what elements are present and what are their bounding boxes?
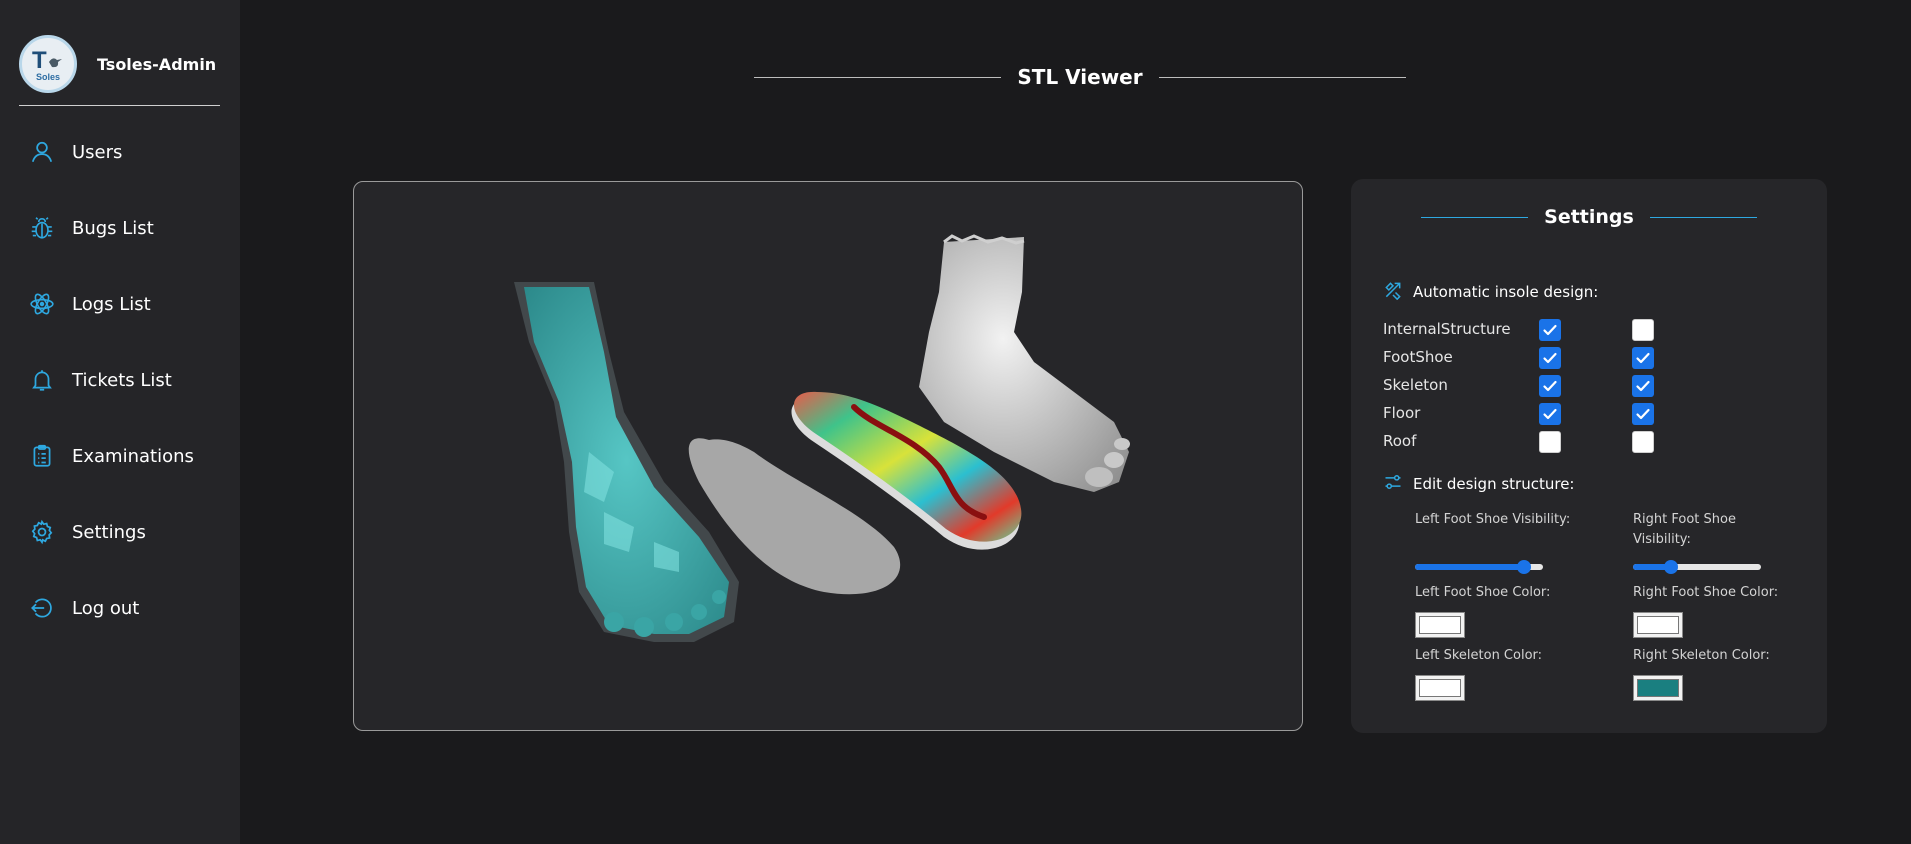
checkbox-left-floor[interactable] [1539, 403, 1561, 425]
nav-item-users[interactable]: Users [28, 132, 122, 172]
app-name: Tsoles-Admin [97, 54, 217, 74]
right-skeleton-color-picker[interactable] [1633, 675, 1683, 701]
checkbox-left-internalstructure[interactable] [1539, 319, 1561, 341]
checkbox-left-skeleton[interactable] [1539, 375, 1561, 397]
bell-icon [28, 366, 56, 394]
nav-label-users: Users [72, 141, 123, 163]
left-shoe-color-label: Left Foot Shoe Color: [1415, 585, 1551, 600]
left-visibility-slider[interactable] [1415, 559, 1543, 575]
brand[interactable]: T Soles Tsoles-Admin [19, 35, 216, 93]
bug-icon [28, 214, 56, 242]
title-rule-right [1158, 76, 1406, 78]
nav-label-examinations: Examinations [72, 445, 194, 467]
right-visibility-label: Right Foot Shoe Visibility: [1633, 512, 1736, 547]
swatch-color [1419, 679, 1461, 697]
nav-item-log-out[interactable]: Log out [28, 588, 139, 628]
swatch-color [1419, 616, 1461, 634]
auto-design-heading: Automatic insole design: [1383, 280, 1598, 304]
right-shoe-color-label: Right Foot Shoe Color: [1633, 585, 1779, 600]
stl-scene[interactable] [354, 182, 1303, 731]
tools-icon [1383, 280, 1403, 304]
row-label-floor: Floor [1383, 404, 1421, 422]
nav-item-logs-list[interactable]: Logs List [28, 284, 151, 324]
row-label-internal-structure: InternalStructure [1383, 320, 1511, 338]
row-label-roof: Roof [1383, 432, 1417, 450]
right-visibility-slider[interactable] [1633, 559, 1761, 575]
left-shoe-color-picker[interactable] [1415, 612, 1465, 638]
edit-design-heading: Edit design structure: [1383, 472, 1574, 496]
left-skeleton-color-picker[interactable] [1415, 675, 1465, 701]
checkbox-right-internalstructure[interactable] [1632, 319, 1654, 341]
row-label-skeleton: Skeleton [1383, 376, 1448, 394]
checkbox-right-roof[interactable] [1632, 431, 1654, 453]
auto-design-label: Automatic insole design: [1413, 283, 1599, 301]
atom-icon [28, 290, 56, 318]
checkbox-right-floor[interactable] [1632, 403, 1654, 425]
checkbox-right-footshoe[interactable] [1632, 347, 1654, 369]
edit-design-label: Edit design structure: [1413, 475, 1575, 493]
slider-thumb[interactable] [1664, 560, 1679, 574]
nav-item-examinations[interactable]: Examinations [28, 436, 194, 476]
left-skeleton-color-label: Left Skeleton Color: [1415, 648, 1543, 663]
nav-label-settings: Settings [72, 521, 146, 543]
logo-letter: T [32, 47, 47, 74]
right-skeleton-color-label: Right Skeleton Color: [1633, 648, 1770, 663]
settings-rule-left [1421, 216, 1529, 218]
nav-item-settings[interactable]: Settings [28, 512, 146, 552]
clipboard-icon [28, 442, 56, 470]
brand-divider [19, 105, 220, 106]
nav-label-bugs-list: Bugs List [72, 217, 154, 239]
sliders-icon [1383, 472, 1403, 496]
title-rule-left [754, 76, 1002, 78]
logout-icon [28, 594, 56, 622]
checkbox-right-skeleton[interactable] [1632, 375, 1654, 397]
gear-icon [28, 518, 56, 546]
logo-subtext: Soles [36, 72, 60, 82]
row-label-foot-shoe: FootShoe [1383, 348, 1453, 366]
right-shoe-color-picker[interactable] [1633, 612, 1683, 638]
swatch-color [1637, 679, 1679, 697]
settings-rule-right [1649, 216, 1757, 218]
settings-header: Settings [1421, 202, 1757, 232]
settings-panel: Settings Automatic insole design: Intern… [1351, 179, 1827, 733]
nav-label-logs-list: Logs List [72, 293, 151, 315]
sidebar: T Soles Tsoles-Admin Users Bugs List Log… [0, 0, 240, 844]
nav-label-tickets-list: Tickets List [72, 369, 172, 391]
tsoles-logo: T Soles [19, 35, 77, 93]
page-title: STL Viewer [1017, 65, 1143, 89]
swatch-color [1637, 616, 1679, 634]
left-visibility-label: Left Foot Shoe Visibility: [1415, 512, 1571, 527]
page-header: STL Viewer [754, 62, 1406, 92]
nav-item-bugs-list[interactable]: Bugs List [28, 208, 154, 248]
checkbox-left-roof[interactable] [1539, 431, 1561, 453]
slider-fill [1415, 564, 1524, 570]
settings-title: Settings [1544, 206, 1634, 228]
checkbox-left-footshoe[interactable] [1539, 347, 1561, 369]
user-icon [28, 138, 56, 166]
slider-thumb[interactable] [1516, 560, 1531, 574]
stl-viewer-canvas[interactable] [353, 181, 1303, 731]
nav-item-tickets-list[interactable]: Tickets List [28, 360, 172, 400]
nav-label-log-out: Log out [72, 597, 140, 619]
